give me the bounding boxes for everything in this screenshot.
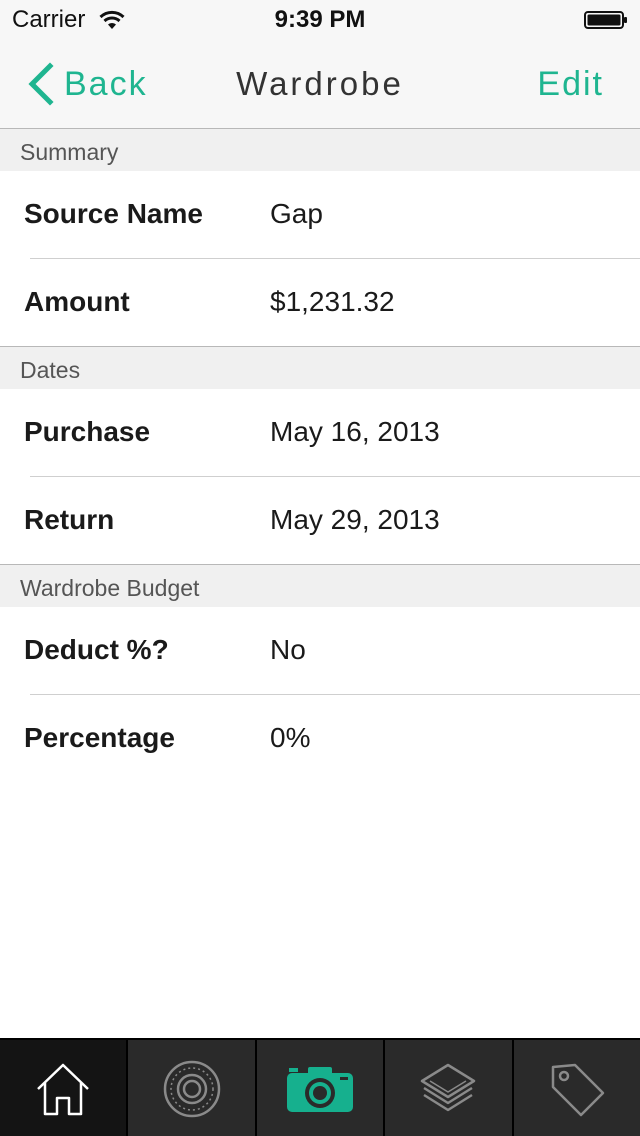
amount-value: $1,231.32: [270, 286, 395, 317]
tab-camera[interactable]: [256, 1040, 386, 1136]
row-source-name[interactable]: Source Name Gap: [0, 171, 640, 259]
status-time: 9:39 PM: [274, 6, 366, 33]
row-amount[interactable]: Amount $1,231.32: [0, 259, 640, 347]
navigation-bar: Back Wardrobe Edit: [0, 40, 640, 129]
screen: Carrier 9:39 PM Back Wardrobe Edit Summa…: [0, 0, 640, 1136]
return-value: May 29, 2013: [270, 504, 440, 535]
percentage-label: Percentage: [24, 722, 175, 753]
purchase-value: May 16, 2013: [270, 416, 440, 447]
tab-home[interactable]: [0, 1040, 129, 1136]
home-icon: [37, 1063, 90, 1116]
status-bar: Carrier 9:39 PM: [0, 0, 640, 40]
row-percentage[interactable]: Percentage 0%: [0, 695, 640, 783]
battery-icon: [584, 11, 627, 29]
row-deduct[interactable]: Deduct %? No: [0, 607, 640, 695]
tab-tags[interactable]: [513, 1040, 640, 1136]
purchase-label: Purchase: [24, 416, 151, 447]
source-name-label: Source Name: [24, 198, 203, 229]
tab-layers[interactable]: [385, 1040, 514, 1136]
percentage-value: 0%: [270, 722, 311, 753]
tab-dial[interactable]: [128, 1040, 257, 1136]
tab-bar: [0, 1038, 640, 1136]
amount-label: Amount: [24, 286, 130, 317]
row-purchase[interactable]: Purchase May 16, 2013: [0, 389, 640, 477]
tag-icon: [551, 1063, 605, 1117]
dial-icon: [163, 1060, 220, 1118]
camera-icon: [287, 1067, 354, 1112]
row-return[interactable]: Return May 29, 2013: [0, 477, 640, 565]
section-header-summary: Summary: [0, 129, 640, 171]
deduct-label: Deduct %?: [24, 634, 169, 665]
source-name-value: Gap: [270, 198, 323, 229]
return-label: Return: [24, 504, 115, 535]
section-header-dates: Dates: [0, 347, 640, 389]
deduct-value: No: [270, 634, 306, 665]
section-header-budget: Wardrobe Budget: [0, 565, 640, 607]
layers-icon: [421, 1063, 476, 1112]
edit-button[interactable]: Edit: [537, 65, 604, 104]
